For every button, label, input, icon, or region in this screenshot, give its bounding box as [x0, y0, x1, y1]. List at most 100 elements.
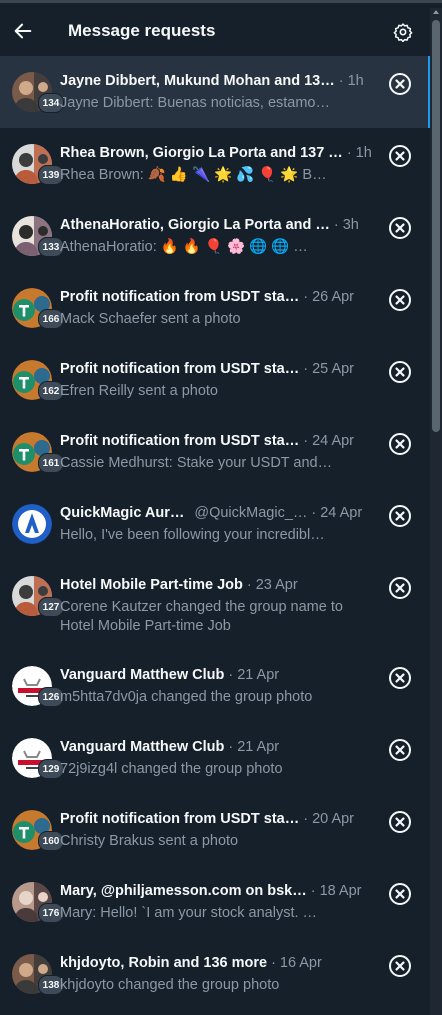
request-header-line: khjdoyto, Robin and 136 more · 16 Apr [60, 955, 378, 973]
dismiss-request-icon[interactable] [388, 738, 412, 762]
request-header-line: Hotel Mobile Part-time Job · 23 Apr [60, 577, 378, 595]
dismiss-request-icon[interactable] [388, 504, 412, 528]
message-preview: Efren Reilly sent a photo [60, 383, 218, 399]
sender-name: AthenaHoratio, Giorgio La Porta and … [60, 217, 330, 233]
request-header-line: Vanguard Matthew Club · 21 Apr [60, 667, 378, 685]
timestamp: 20 Apr [312, 811, 355, 827]
dismiss-request-icon[interactable] [388, 288, 412, 312]
message-request-row[interactable]: 126 Vanguard Matthew Club · 21 Apr m5htta7dv… [0, 650, 430, 722]
message-request-list: 134 Jayne Dibbert, Mukund Mohan and 13… · 1… [0, 56, 430, 1010]
message-preview: Hello, I've been following your incredib… [60, 527, 325, 543]
sender-name: Vanguard Matthew Club [60, 739, 225, 755]
sender-name: Hotel Mobile Part-time Job [60, 577, 243, 593]
dismiss-request-icon[interactable] [388, 216, 412, 240]
message-request-row[interactable]: 160 Profit notification from USDT sta… · 20… [0, 794, 430, 866]
request-header-line: Mary, @philjamesson.com on bsk… · 18 Apr [60, 883, 378, 901]
sender-name: Profit notification from USDT sta… [60, 289, 300, 305]
dismiss-request-icon[interactable] [388, 666, 412, 690]
timestamp: 1h [347, 73, 364, 89]
sender-handle: @QuickMagic_… [194, 505, 308, 521]
timestamp: 1h [355, 145, 372, 161]
separator-dot: · [338, 73, 344, 89]
message-preview: m5htta7dv0ja changed the group photo [60, 689, 313, 705]
dismiss-request-icon[interactable] [388, 144, 412, 168]
timestamp: 3h [342, 217, 359, 233]
separator-dot: · [303, 433, 309, 449]
timestamp: 26 Apr [312, 289, 355, 305]
request-header-line: Jayne Dibbert, Mukund Mohan and 13… · 1h [60, 73, 378, 91]
sender-name: Profit notification from USDT sta… [60, 433, 300, 449]
separator-dot: · [310, 883, 316, 899]
arrow-left-icon[interactable] [12, 20, 34, 42]
request-header-line: Profit notification from USDT sta… · 20 Ap… [60, 811, 378, 829]
message-preview: Jayne Dibbert: Buenas noticias, estamo… [60, 95, 330, 111]
request-header-line: QuickMagic Aur… @QuickMagic_… · 24 Apr [60, 505, 378, 523]
request-header-line: Profit notification from USDT sta… · 25 Ap… [60, 361, 378, 379]
separator-dot: · [311, 505, 317, 521]
separator-dot: · [346, 145, 352, 161]
message-preview: AthenaHoratio: 🔥 🔥 🎈 🌸 🌐 🌐 … [60, 239, 308, 255]
scrollbar-thumb[interactable] [432, 20, 440, 432]
timestamp: 24 Apr [312, 433, 355, 449]
timestamp: 25 Apr [312, 361, 355, 377]
sender-name: Profit notification from USDT sta… [60, 361, 300, 377]
timestamp: 24 Apr [320, 505, 363, 521]
timestamp: 23 Apr [255, 577, 298, 593]
separator-dot: · [303, 289, 309, 305]
timestamp: 21 Apr [237, 667, 280, 683]
message-request-row[interactable]: QuickMagic Aur… @QuickMagic_… · 24 Apr Hello… [0, 488, 430, 560]
separator-dot: · [228, 739, 234, 755]
message-preview: khjdoyto changed the group photo [60, 977, 280, 993]
dismiss-request-icon[interactable] [388, 576, 412, 600]
quickmagic-avatar [12, 504, 52, 544]
dismiss-request-icon[interactable] [388, 882, 412, 906]
message-request-row[interactable]: 127 Hotel Mobile Part-time Job · 23 Apr Core… [0, 560, 430, 650]
separator-dot: · [303, 361, 309, 377]
header: Message requests [0, 3, 430, 56]
request-header-line: AthenaHoratio, Giorgio La Porta and … · 3h [60, 217, 378, 235]
message-preview: Rhea Brown: 🍂 👍 🌂 🌟 💦 🎈 🌟 B… [60, 167, 327, 183]
message-preview: Corene Kautzer changed the group name to… [60, 599, 343, 634]
message-request-row[interactable]: 176 Mary, @philjamesson.com on bsk… · 18 Ap… [0, 866, 430, 938]
sender-name: Vanguard Matthew Club [60, 667, 225, 683]
message-preview: Mary: Hello! `I am your stock analyst. … [60, 905, 318, 921]
message-request-row[interactable]: 134 Jayne Dibbert, Mukund Mohan and 13… · 1… [0, 56, 430, 128]
sender-name: QuickMagic Aur… [60, 505, 185, 521]
dismiss-request-icon[interactable] [388, 432, 412, 456]
request-header-line: Profit notification from USDT sta… · 26 Ap… [60, 289, 378, 307]
sender-name: khjdoyto, Robin and 136 more [60, 955, 268, 971]
sender-name: Profit notification from USDT sta… [60, 811, 300, 827]
message-request-row[interactable]: 166 Profit notification from USDT sta… · 26… [0, 272, 430, 344]
separator-dot: · [333, 217, 339, 233]
gear-icon[interactable] [393, 22, 413, 42]
message-preview: 72j9izg4l changed the group photo [60, 761, 283, 777]
sender-name: Jayne Dibbert, Mukund Mohan and 13… [60, 73, 335, 89]
scroll-up-arrow-icon[interactable] [432, 8, 440, 16]
message-request-row[interactable]: 161 Profit notification from USDT sta… · 24… [0, 416, 430, 488]
sender-name: Mary, @philjamesson.com on bsk… [60, 883, 307, 899]
request-header-line: Profit notification from USDT sta… · 24 Ap… [60, 433, 378, 451]
dismiss-request-icon[interactable] [388, 72, 412, 96]
message-request-row[interactable]: 133 AthenaHoratio, Giorgio La Porta and …… [0, 200, 430, 272]
dismiss-request-icon[interactable] [388, 954, 412, 978]
message-preview: Christy Brakus sent a photo [60, 833, 239, 849]
page-title: Message requests [68, 21, 216, 40]
message-preview: Mack Schaefer sent a photo [60, 311, 241, 327]
timestamp: 18 Apr [319, 883, 362, 899]
message-request-row[interactable]: 139 Rhea Brown, Giorgio La Porta and 137 … [0, 128, 430, 200]
separator-dot: · [246, 577, 252, 593]
message-request-row[interactable]: 138 khjdoyto, Robin and 136 more · 16 Apr kh… [0, 938, 430, 1010]
message-request-row[interactable]: 129 Vanguard Matthew Club · 21 Apr 72j9izg4l… [0, 722, 430, 794]
separator-dot: · [271, 955, 276, 971]
dismiss-request-icon[interactable] [388, 360, 412, 384]
message-preview: Cassie Medhurst: Stake your USDT and… [60, 455, 333, 471]
timestamp: 21 Apr [237, 739, 280, 755]
separator-dot: · [228, 667, 234, 683]
message-request-row[interactable]: 162 Profit notification from USDT sta… · 25… [0, 344, 430, 416]
request-header-line: Vanguard Matthew Club · 21 Apr [60, 739, 378, 757]
dismiss-request-icon[interactable] [388, 810, 412, 834]
timestamp: 16 Apr [279, 955, 322, 971]
sender-name: Rhea Brown, Giorgio La Porta and 137 … [60, 145, 343, 161]
request-header-line: Rhea Brown, Giorgio La Porta and 137 … · 1… [60, 145, 378, 163]
separator-dot: · [303, 811, 309, 827]
